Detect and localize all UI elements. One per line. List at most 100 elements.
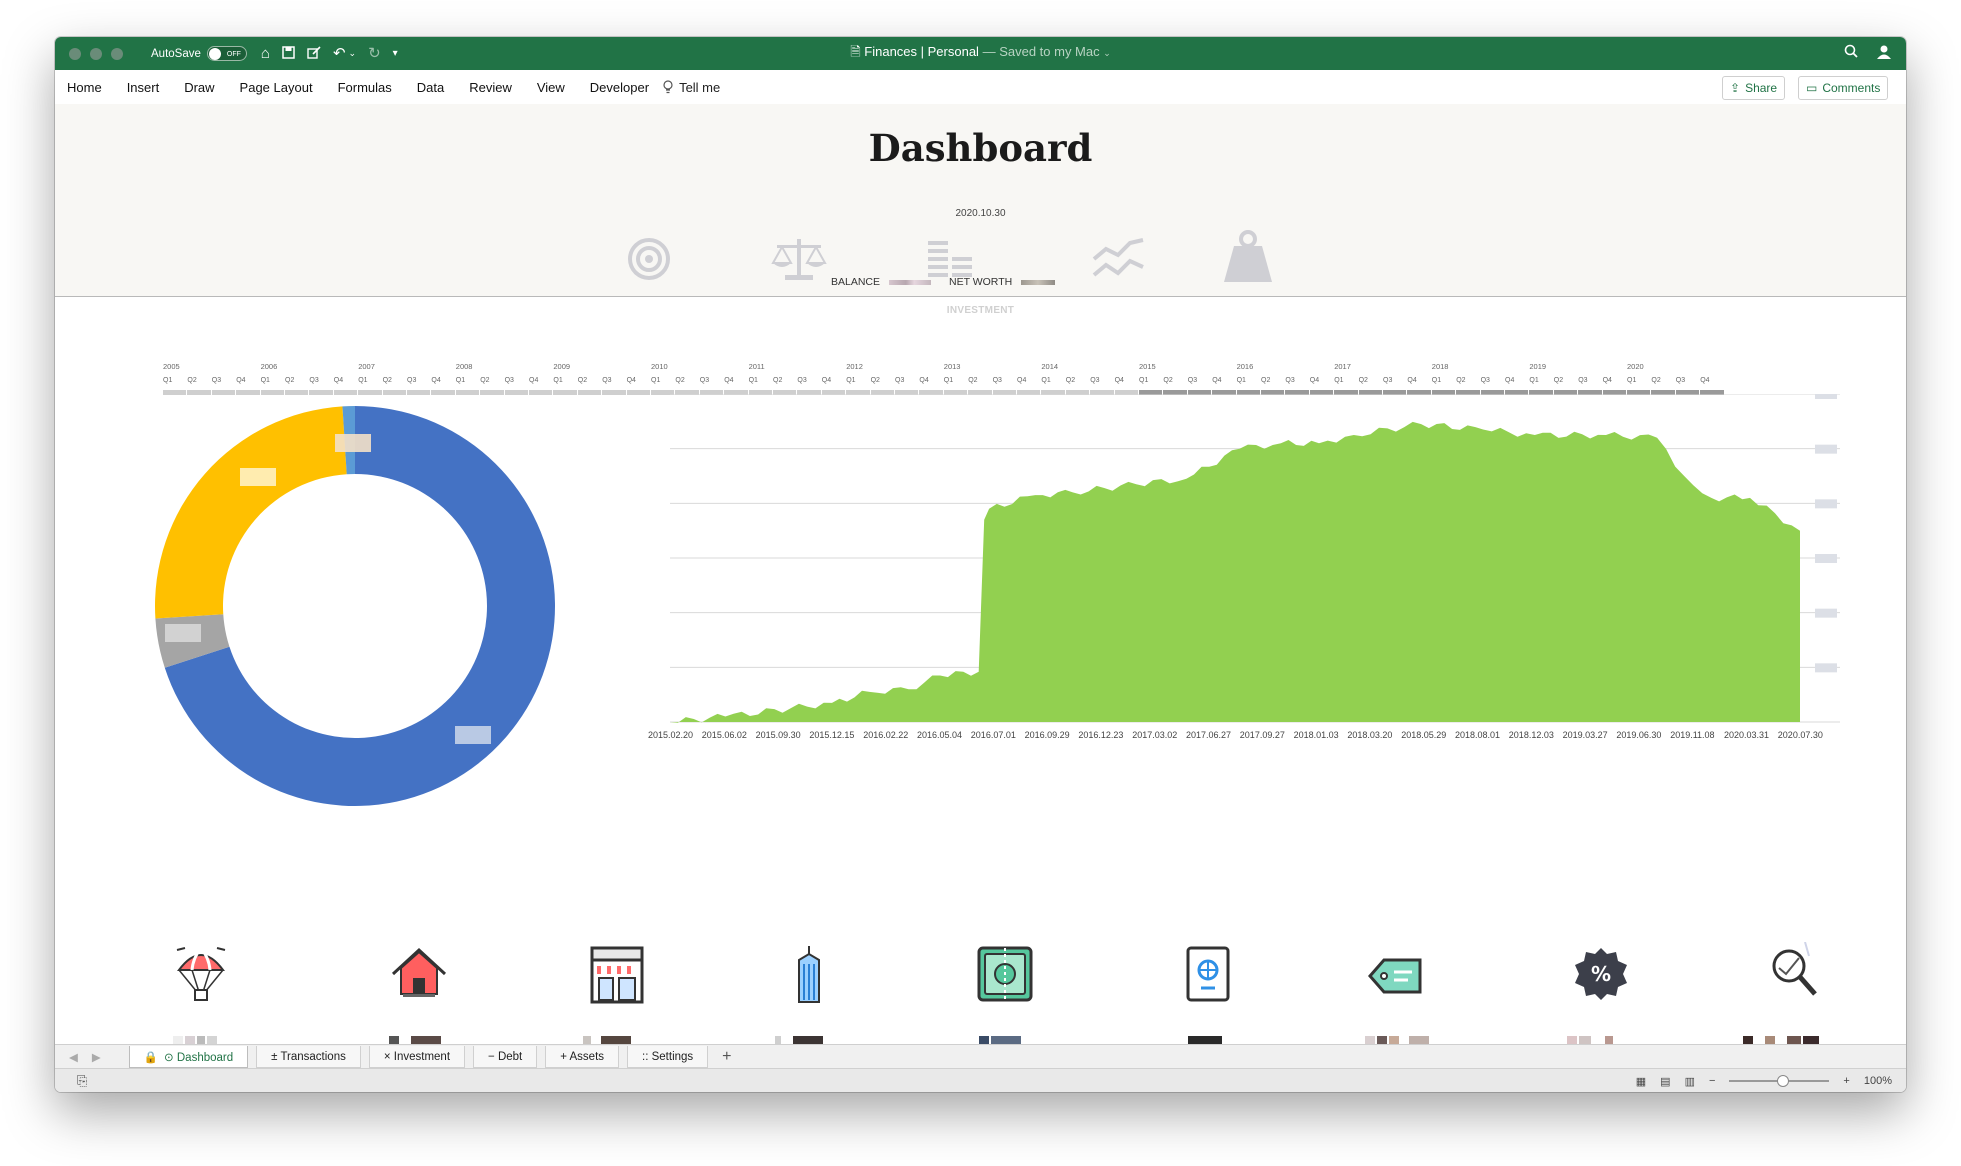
storefront-icon[interactable] xyxy=(589,946,645,1004)
timeline-quarter-label[interactable]: Q3 xyxy=(212,377,221,384)
timeline-quarter-label[interactable]: Q2 xyxy=(1066,377,1075,384)
timeline-quarter-label[interactable]: Q1 xyxy=(456,377,465,384)
timeline-quarter-label[interactable]: Q2 xyxy=(1261,377,1270,384)
prev-sheet-icon[interactable]: ◀ xyxy=(69,1050,78,1064)
timeline-quarter-label[interactable]: Q1 xyxy=(1041,377,1050,384)
timeline-quarter-label[interactable]: Q3 xyxy=(602,377,611,384)
timeline-quarter-label[interactable]: Q3 xyxy=(505,377,514,384)
timeline-quarter-label[interactable]: Q4 xyxy=(1700,377,1709,384)
save-icon[interactable] xyxy=(282,45,295,62)
timeline-quarter-bar[interactable] xyxy=(455,390,480,395)
timeline-quarter-bar[interactable] xyxy=(431,390,455,395)
timeline-quarter-label[interactable]: Q1 xyxy=(261,377,270,384)
timeline-quarter-label[interactable]: Q2 xyxy=(968,377,977,384)
close-window-button[interactable] xyxy=(69,47,81,60)
timeline-quarter-label[interactable]: Q4 xyxy=(529,377,538,384)
customize-toolbar-icon[interactable]: ▾ xyxy=(393,48,398,59)
target-icon[interactable] xyxy=(627,237,671,281)
ribbon-tab-insert[interactable]: Insert xyxy=(127,80,160,95)
skyscraper-icon[interactable] xyxy=(791,946,827,1004)
timeline-quarter-label[interactable]: Q3 xyxy=(895,377,904,384)
sheet-tab-dashboard[interactable]: 🔒 ⊙ Dashboard xyxy=(128,1046,249,1068)
zoom-slider[interactable] xyxy=(1729,1075,1830,1087)
timeline-quarter-label[interactable]: Q4 xyxy=(1603,377,1612,384)
undo-icon[interactable]: ↶ xyxy=(333,46,346,61)
timeline-quarter-label[interactable]: Q1 xyxy=(651,377,660,384)
undo-dropdown-icon[interactable]: ⌄ xyxy=(349,49,357,58)
timeline-quarter-label[interactable]: Q2 xyxy=(773,377,782,384)
timeline-quarter-label[interactable]: Q3 xyxy=(1676,377,1685,384)
ribbon-tab-draw[interactable]: Draw xyxy=(184,80,214,95)
timeline-quarter-label[interactable]: Q2 xyxy=(1554,377,1563,384)
ribbon-tab-review[interactable]: Review xyxy=(469,80,512,95)
magnifier-chart-icon[interactable] xyxy=(1769,942,1821,1000)
timeline-quarter-label[interactable]: Q2 xyxy=(187,377,196,384)
timeline-quarter-label[interactable]: Q4 xyxy=(1407,377,1416,384)
timeline-quarter-label[interactable]: Q1 xyxy=(1334,377,1343,384)
zoom-window-button[interactable] xyxy=(111,47,123,60)
timeline-quarter-label[interactable]: Q2 xyxy=(285,377,294,384)
timeline-quarter-label[interactable]: Q4 xyxy=(236,377,245,384)
timeline-quarter-label[interactable]: Q4 xyxy=(1017,377,1026,384)
timeline-quarter-bar[interactable] xyxy=(553,390,577,395)
timeline-quarter-label[interactable]: Q4 xyxy=(1115,377,1124,384)
timeline-quarter-bar[interactable] xyxy=(260,390,284,395)
timeline-quarter-label[interactable]: Q1 xyxy=(1627,377,1636,384)
timeline-quarter-label[interactable]: Q4 xyxy=(431,377,440,384)
timeline-quarter-label[interactable]: Q3 xyxy=(1481,377,1490,384)
ribbon-tab-developer[interactable]: Developer xyxy=(590,80,649,95)
timeline-quarter-label[interactable]: Q2 xyxy=(480,377,489,384)
timeline-quarter-bar[interactable] xyxy=(504,390,528,395)
timeline-quarter-label[interactable]: Q3 xyxy=(700,377,709,384)
timeline-quarter-bar[interactable] xyxy=(407,390,431,395)
timeline-slicer[interactable]: 2005 Q1 Q2 Q3 Q4 2006 Q1 Q2 Q3 Q4 2007 Q1 Q2 Q3 Q4 2008… xyxy=(163,362,1724,395)
timeline-quarter-label[interactable]: Q2 xyxy=(578,377,587,384)
weight-bag-icon[interactable] xyxy=(1222,230,1274,284)
timeline-quarter-label[interactable]: Q3 xyxy=(993,377,1002,384)
home-icon[interactable]: ⌂ xyxy=(261,46,270,61)
add-sheet-button[interactable]: + xyxy=(722,1048,731,1066)
timeline-quarter-bar[interactable] xyxy=(211,390,236,395)
timeline-quarter-label[interactable]: Q2 xyxy=(383,377,392,384)
save-status[interactable]: — Saved to my Mac xyxy=(983,44,1100,59)
ribbon-tab-home[interactable]: Home xyxy=(67,80,102,95)
share-button[interactable]: ⇪ Share xyxy=(1722,76,1786,100)
timeline-quarter-bar[interactable] xyxy=(333,390,358,395)
timeline-quarter-label[interactable]: Q4 xyxy=(627,377,636,384)
timeline-quarter-bar[interactable] xyxy=(163,390,187,395)
sheet-tab-transactions[interactable]: ± Transactions xyxy=(256,1046,361,1068)
minimize-window-button[interactable] xyxy=(90,47,102,60)
timeline-quarter-label[interactable]: Q1 xyxy=(944,377,953,384)
timeline-quarter-label[interactable]: Q1 xyxy=(553,377,562,384)
timeline-quarter-label[interactable]: Q2 xyxy=(1163,377,1172,384)
account-icon[interactable] xyxy=(1876,44,1892,63)
timeline-quarter-bar[interactable] xyxy=(358,390,382,395)
zoom-in-button[interactable]: + xyxy=(1843,1075,1849,1087)
timeline-quarter-label[interactable]: Q1 xyxy=(846,377,855,384)
timeline-quarter-label[interactable]: Q1 xyxy=(1237,377,1246,384)
ribbon-tab-page-layout[interactable]: Page Layout xyxy=(240,80,313,95)
ribbon-tab-view[interactable]: View xyxy=(537,80,565,95)
sheet-tab-debt[interactable]: − Debt xyxy=(473,1046,538,1068)
page-break-view-icon[interactable]: ▥ xyxy=(1685,1075,1695,1088)
comments-button[interactable]: ▭ Comments xyxy=(1798,76,1889,100)
timeline-quarter-label[interactable]: Q3 xyxy=(1578,377,1587,384)
timeline-quarter-label[interactable]: Q2 xyxy=(871,377,880,384)
timeline-quarter-label[interactable]: Q2 xyxy=(1651,377,1660,384)
sheet-tab-investment[interactable]: × Investment xyxy=(368,1046,466,1068)
sheet-tab-settings[interactable]: :: Settings xyxy=(627,1046,709,1068)
house-icon[interactable] xyxy=(391,946,447,1000)
timeline-quarter-label[interactable]: Q4 xyxy=(334,377,343,384)
timeline-quarter-label[interactable]: Q3 xyxy=(1383,377,1392,384)
zoom-out-button[interactable]: − xyxy=(1709,1075,1715,1087)
timeline-quarter-label[interactable]: Q4 xyxy=(822,377,831,384)
zoom-level[interactable]: 100% xyxy=(1864,1075,1892,1087)
sheet-tab-assets[interactable]: + Assets xyxy=(545,1046,620,1068)
passport-icon[interactable] xyxy=(1185,946,1231,1002)
timeline-quarter-label[interactable]: Q1 xyxy=(1529,377,1538,384)
redo-icon[interactable]: ↻ xyxy=(368,46,381,61)
ribbon-tab-formulas[interactable]: Formulas xyxy=(338,80,392,95)
timeline-quarter-label[interactable]: Q4 xyxy=(1310,377,1319,384)
timeline-quarter-bar[interactable] xyxy=(382,390,406,395)
cash-icon[interactable] xyxy=(977,946,1033,1002)
